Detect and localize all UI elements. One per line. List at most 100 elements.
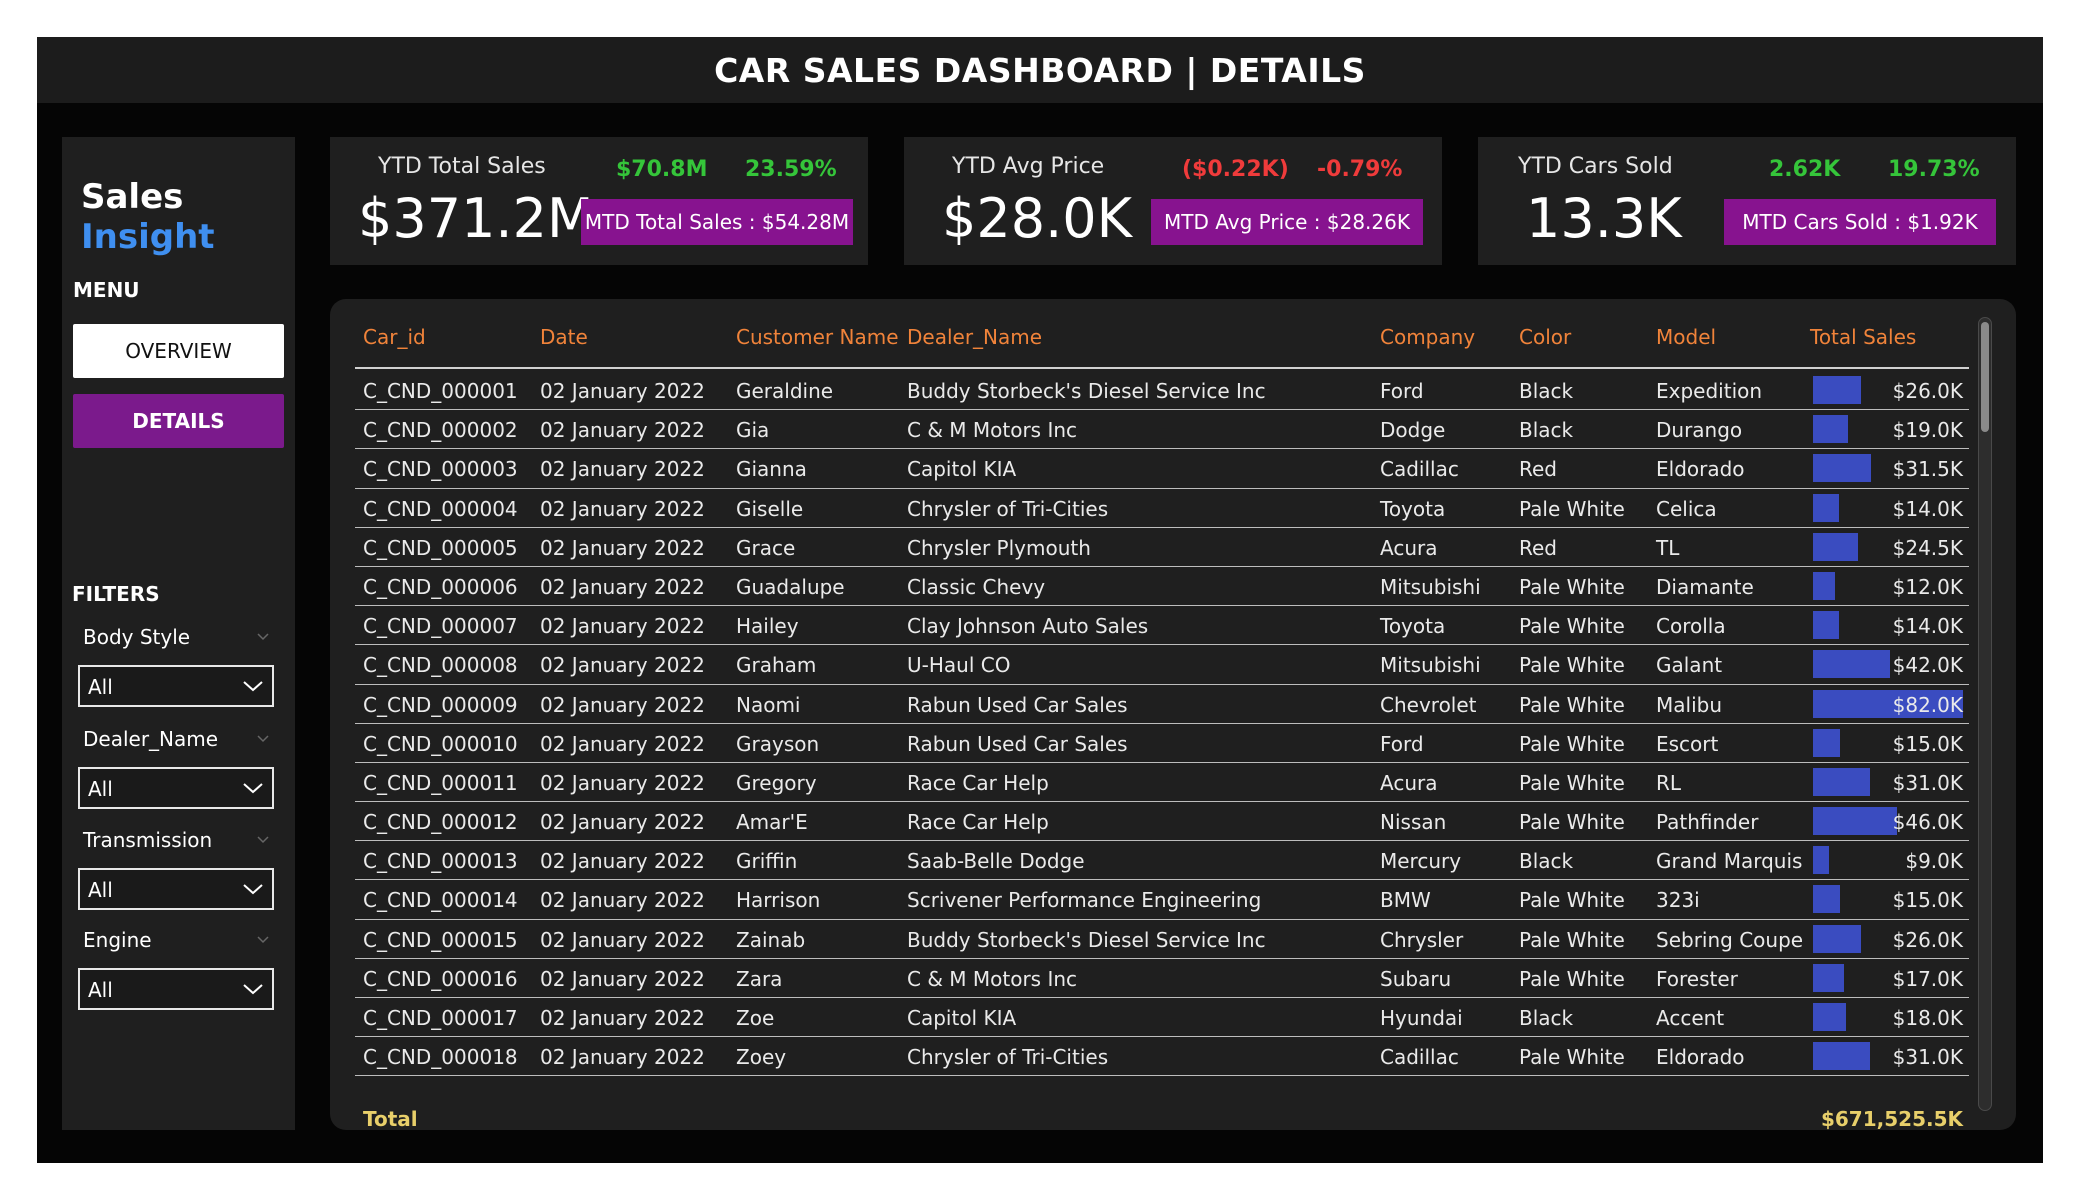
table-row[interactable]: C_CND_000004 02 January 2022 Giselle Chrysl… [355, 489, 1969, 528]
cell-car-id: C_CND_000001 [363, 379, 518, 403]
dropdown-arrow-icon [243, 884, 263, 895]
body-style-select[interactable]: All [78, 665, 274, 707]
sales-data-bar [1813, 1042, 1870, 1071]
kpi-delta: $70.8M [616, 157, 708, 182]
column-header-dealer-name[interactable]: Dealer_Name [907, 325, 1042, 349]
kpi-delta: ($0.22K) [1182, 157, 1289, 182]
sales-data-bar [1813, 415, 1848, 444]
menu-label: MENU [73, 278, 140, 302]
cell-dealer-name: U-Haul CO [907, 653, 1011, 678]
chevron-down-icon[interactable] [256, 832, 270, 846]
cell-company: Mercury [1380, 849, 1462, 874]
table-row[interactable]: C_CND_000007 02 January 2022 Hailey Clay Jo… [355, 606, 1969, 646]
column-header-date[interactable]: Date [540, 325, 588, 349]
cell-total-sales: $12.0K [1892, 574, 1963, 599]
kpi-mtd-badge: MTD Cars Sold : $1.92K [1724, 199, 1996, 245]
table-row[interactable]: C_CND_000010 02 January 2022 Grayson Rabun … [355, 724, 1969, 763]
table-row[interactable]: C_CND_000018 02 January 2022 Zoey Chrysler … [355, 1037, 1969, 1077]
dealer-name-select[interactable]: All [78, 767, 274, 809]
cell-model: Expedition [1656, 379, 1763, 403]
sales-data-bar [1813, 650, 1890, 679]
table-row[interactable]: C_CND_000011 02 January 2022 Gregory Race C… [355, 763, 1969, 803]
cell-customer-name: Zoey [736, 1045, 787, 1070]
cell-model: Grand Marquis [1656, 849, 1803, 874]
table-row[interactable]: C_CND_000017 02 January 2022 Zoe Capitol KI… [355, 998, 1969, 1038]
sales-data-bar [1813, 454, 1871, 483]
chevron-down-icon[interactable] [256, 629, 270, 643]
scrollbar-thumb[interactable] [1981, 322, 1989, 432]
kpi-value: 13.3K [1526, 187, 1682, 250]
table-row[interactable]: C_CND_000008 02 January 2022 Graham U-Haul … [355, 645, 1969, 685]
table-row[interactable]: C_CND_000009 02 January 2022 Naomi Rabun Us… [355, 685, 1969, 724]
filter-header[interactable]: Transmission [78, 828, 274, 858]
table-row[interactable]: C_CND_000012 02 January 2022 Amar'E Race Ca… [355, 802, 1969, 842]
cell-total-sales: $14.0K [1892, 496, 1963, 521]
cell-dealer-name: Rabun Used Car Sales [907, 692, 1128, 717]
filter-dealer-name: Dealer_Name All [78, 727, 274, 809]
column-header-color[interactable]: Color [1519, 325, 1571, 349]
cell-date: 02 January 2022 [540, 810, 705, 835]
cell-customer-name: Gregory [736, 770, 817, 795]
overview-button[interactable]: OVERVIEW [73, 324, 284, 378]
details-button[interactable]: DETAILS [73, 394, 284, 448]
filter-header[interactable]: Engine [78, 928, 274, 958]
cell-model: Malibu [1656, 692, 1722, 717]
kpi-value: $371.2M [358, 187, 594, 250]
cell-company: BMW [1380, 888, 1431, 913]
table-row[interactable]: C_CND_000002 02 January 2022 Gia C & M Moto… [355, 410, 1969, 450]
sales-data-bar [1813, 532, 1858, 561]
cell-car-id: C_CND_000018 [363, 1045, 518, 1070]
filter-body-style: Body Style All [78, 625, 274, 707]
cell-customer-name: Grace [736, 535, 796, 560]
cell-customer-name: Guadalupe [736, 574, 845, 599]
column-header-car-id[interactable]: Car_id [363, 325, 426, 349]
kpi-mtd-badge: MTD Total Sales : $54.28M [581, 199, 853, 245]
chevron-down-icon[interactable] [256, 731, 270, 745]
sales-data-bar [1813, 728, 1840, 757]
table-row[interactable]: C_CND_000001 02 January 2022 Geraldine Budd… [355, 371, 1969, 411]
cell-customer-name: Hailey [736, 614, 799, 639]
engine-select[interactable]: All [78, 968, 274, 1010]
table-row[interactable]: C_CND_000013 02 January 2022 Griffin Saab-B… [355, 841, 1969, 881]
cell-total-sales: $31.5K [1892, 457, 1963, 482]
cell-date: 02 January 2022 [540, 457, 705, 482]
table-row[interactable]: C_CND_000016 02 January 2022 Zara C & M Mot… [355, 959, 1969, 998]
filter-header[interactable]: Dealer_Name [78, 727, 274, 757]
table-row[interactable]: C_CND_000005 02 January 2022 Grace Chrysler… [355, 528, 1969, 567]
cell-car-id: C_CND_000017 [363, 1006, 518, 1030]
cell-color: Black [1519, 1006, 1574, 1030]
cell-car-id: C_CND_000006 [363, 574, 518, 599]
table-row[interactable]: C_CND_000014 02 January 2022 Harrison Scriv… [355, 880, 1969, 920]
column-header-customer-name[interactable]: Customer Name [736, 325, 899, 349]
transmission-select[interactable]: All [78, 868, 274, 910]
sidebar: Sales Insight MENU OVERVIEW DETAILS FILT… [62, 137, 295, 1130]
cell-customer-name: Naomi [736, 692, 801, 717]
cell-customer-name: Zainab [736, 927, 806, 952]
sales-data-bar [1813, 963, 1844, 992]
chevron-down-icon[interactable] [256, 932, 270, 946]
table-row[interactable]: C_CND_000015 02 January 2022 Zainab Buddy S… [355, 920, 1969, 959]
cell-model: Eldorado [1656, 457, 1745, 482]
cell-total-sales: $26.0K [1892, 379, 1963, 403]
dropdown-arrow-icon [243, 984, 263, 995]
cell-company: Acura [1380, 535, 1438, 560]
column-header-total-sales[interactable]: Total Sales [1810, 325, 1916, 349]
cell-total-sales: $31.0K [1892, 770, 1963, 795]
cell-company: Mitsubishi [1380, 574, 1481, 599]
cell-model: TL [1656, 535, 1680, 560]
table-row[interactable]: C_CND_000006 02 January 2022 Guadalupe Clas… [355, 567, 1969, 607]
cell-color: Pale White [1519, 653, 1625, 678]
cell-color: Pale White [1519, 496, 1625, 521]
table-scrollbar[interactable] [1978, 317, 1992, 1111]
kpi-label: YTD Cars Sold [1518, 154, 1673, 179]
cell-car-id: C_CND_000010 [363, 731, 518, 756]
cell-total-sales: $9.0K [1905, 849, 1963, 874]
cell-car-id: C_CND_000015 [363, 927, 518, 952]
table-row[interactable]: C_CND_000003 02 January 2022 Gianna Capitol… [355, 449, 1969, 489]
title-bar: CAR SALES DASHBOARD | DETAILS [37, 37, 2043, 103]
kpi-card-avg-price: YTD Avg Price $28.0K ($0.22K) -0.79% MTD… [904, 137, 1442, 265]
cell-dealer-name: Rabun Used Car Sales [907, 731, 1128, 756]
filter-header[interactable]: Body Style [78, 625, 274, 655]
column-header-model[interactable]: Model [1656, 325, 1716, 349]
column-header-company[interactable]: Company [1380, 325, 1475, 349]
